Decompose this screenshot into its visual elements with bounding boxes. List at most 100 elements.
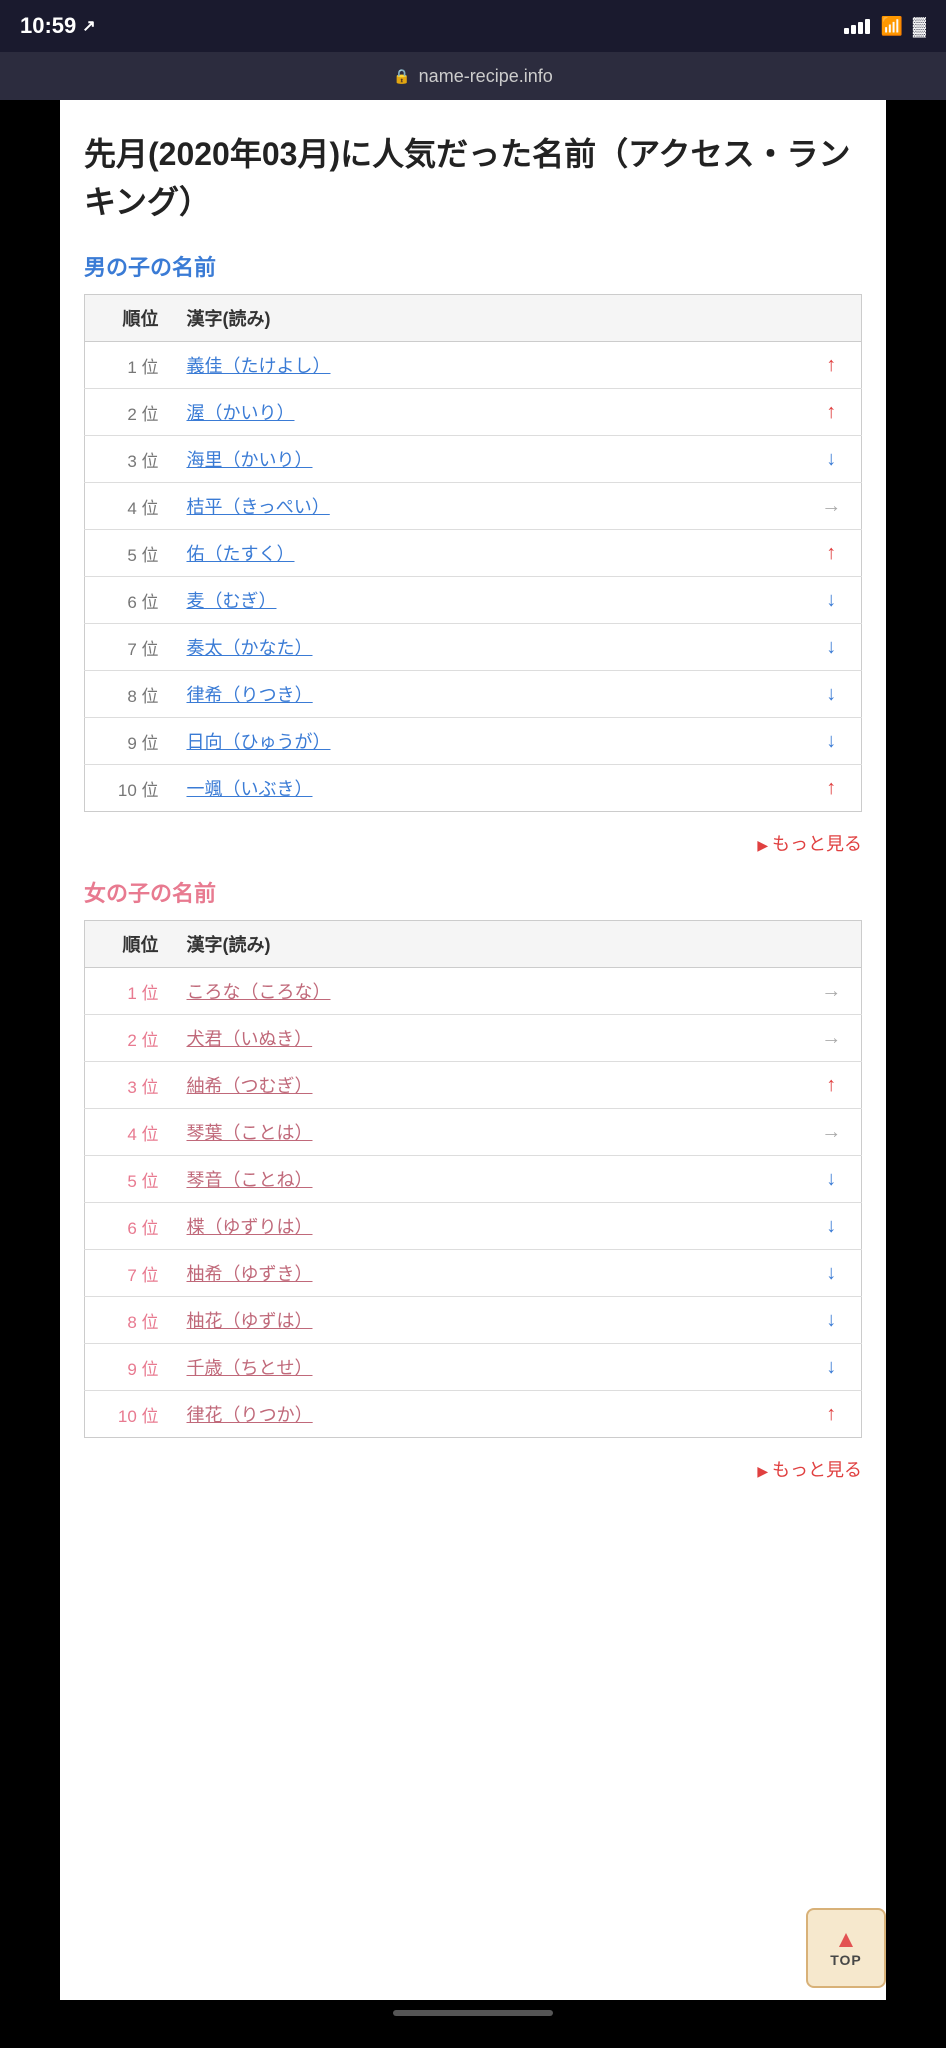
rank-cell: 8 位 (85, 1297, 175, 1344)
table-row: 3 位海里（かいり）↓ (85, 436, 862, 483)
boys-more-link[interactable]: もっと見る (757, 834, 862, 854)
name-link[interactable]: 琴音（ことね） (187, 1170, 313, 1190)
name-link[interactable]: 日向（ひゅうが） (187, 732, 331, 752)
girls-more-link-container[interactable]: もっと見る (84, 1448, 862, 1502)
name-cell[interactable]: 柚希（ゆずき） (175, 1250, 802, 1297)
status-bar: 10:59 ↗ 📶 ▓ (0, 0, 946, 52)
wifi-icon: 📶 (880, 16, 902, 37)
name-link[interactable]: 琴葉（ことは） (187, 1123, 313, 1143)
down-arrow-icon: ↓ (826, 1215, 836, 1237)
name-link[interactable]: 楪（ゆずりは） (187, 1217, 313, 1237)
boys-col-rank: 順位 (85, 295, 175, 342)
rank-cell: 8 位 (85, 671, 175, 718)
name-cell[interactable]: 律花（りつか） (175, 1391, 802, 1438)
down-arrow-icon: ↓ (826, 589, 836, 611)
trend-cell: ↓ (802, 1250, 862, 1297)
rank-cell: 2 位 (85, 389, 175, 436)
trend-cell: ↑ (802, 765, 862, 812)
name-link[interactable]: 柚希（ゆずき） (187, 1264, 313, 1284)
name-link[interactable]: 義佳（たけよし） (187, 356, 331, 376)
url-display: name-recipe.info (419, 66, 553, 87)
table-row: 6 位楪（ゆずりは）↓ (85, 1203, 862, 1250)
rank-cell: 1 位 (85, 968, 175, 1015)
table-row: 4 位桔平（きっぺい） → (85, 483, 862, 530)
name-cell[interactable]: 犬君（いぬき） (175, 1015, 802, 1062)
name-cell[interactable]: 桔平（きっぺい） (175, 483, 802, 530)
name-link[interactable]: ころな（ころな） (187, 982, 331, 1002)
name-link[interactable]: 海里（かいり） (187, 450, 313, 470)
table-row: 7 位奏太（かなた）↓ (85, 624, 862, 671)
home-bar (393, 2010, 553, 2016)
down-arrow-icon: ↓ (826, 1309, 836, 1331)
table-row: 9 位日向（ひゅうが）↓ (85, 718, 862, 765)
name-link[interactable]: 紬希（つむぎ） (187, 1076, 313, 1096)
girls-more-link[interactable]: もっと見る (757, 1460, 862, 1480)
name-link[interactable]: 律花（りつか） (187, 1405, 313, 1425)
rank-cell: 7 位 (85, 1250, 175, 1297)
name-cell[interactable]: 奏太（かなた） (175, 624, 802, 671)
down-arrow-icon: ↓ (826, 1356, 836, 1378)
trend-cell: → (802, 483, 862, 530)
name-cell[interactable]: 楪（ゆずりは） (175, 1203, 802, 1250)
boys-section-heading: 男の子の名前 (84, 250, 862, 282)
trend-cell: ↓ (802, 1297, 862, 1344)
name-link[interactable]: 渥（かいり） (187, 403, 295, 423)
table-row: 2 位渥（かいり） ↑ (85, 389, 862, 436)
table-row: 8 位律希（りつき）↓ (85, 671, 862, 718)
trend-cell: → (802, 1015, 862, 1062)
rank-cell: 5 位 (85, 1156, 175, 1203)
trend-cell: ↓ (802, 718, 862, 765)
name-cell[interactable]: 義佳（たけよし） (175, 342, 802, 389)
table-row: 4 位琴葉（ことは）→ (85, 1109, 862, 1156)
boys-col-name: 漢字(読み) (175, 295, 802, 342)
rank-cell: 10 位 (85, 1391, 175, 1438)
status-icons: 📶 ▓ (844, 16, 926, 37)
rank-cell: 4 位 (85, 483, 175, 530)
boys-more-link-container[interactable]: もっと見る (84, 822, 862, 876)
girls-col-trend (802, 921, 862, 968)
table-row: 10 位一颯（いぶき）↑ (85, 765, 862, 812)
name-cell[interactable]: 千歳（ちとせ） (175, 1344, 802, 1391)
name-link[interactable]: 奏太（かなた） (187, 638, 313, 658)
table-row: 3 位紬希（つむぎ）↑ (85, 1062, 862, 1109)
name-cell[interactable]: 律希（りつき） (175, 671, 802, 718)
name-cell[interactable]: ころな（ころな） (175, 968, 802, 1015)
name-cell[interactable]: 琴葉（ことは） (175, 1109, 802, 1156)
content-area: 先月(2020年03月)に人気だった名前（アクセス・ランキング） 男の子の名前 … (60, 100, 886, 2000)
top-button[interactable]: ▲ TOP (806, 1908, 886, 1988)
boys-ranking-table: 順位 漢字(読み) 1 位義佳（たけよし）↑2 位渥（かいり）↑3 位海里（かい… (84, 294, 862, 812)
name-cell[interactable]: 琴音（ことね） (175, 1156, 802, 1203)
trend-cell: ↓ (802, 436, 862, 483)
name-cell[interactable]: 佑（たすく） (175, 530, 802, 577)
name-cell[interactable]: 一颯（いぶき） (175, 765, 802, 812)
girls-col-rank: 順位 (85, 921, 175, 968)
name-cell[interactable]: 麦（むぎ） (175, 577, 802, 624)
girls-ranking-table: 順位 漢字(読み) 1 位ころな（ころな）→2 位犬君（いぬき）→3 位紬希（つ… (84, 920, 862, 1438)
trend-cell: ↑ (802, 1062, 862, 1109)
name-cell[interactable]: 柚花（ゆずは） (175, 1297, 802, 1344)
browser-bar: 🔒 name-recipe.info (0, 52, 946, 100)
name-link[interactable]: 犬君（いぬき） (187, 1029, 313, 1049)
name-cell[interactable]: 日向（ひゅうが） (175, 718, 802, 765)
page-title: 先月(2020年03月)に人気だった名前（アクセス・ランキング） (84, 130, 862, 226)
trend-cell: ↑ (802, 389, 862, 436)
name-link[interactable]: 佑（たすく） (187, 544, 295, 564)
trend-cell: ↓ (802, 1203, 862, 1250)
up-arrow-icon: ↑ (826, 777, 836, 799)
table-row: 7 位柚希（ゆずき） ↓ (85, 1250, 862, 1297)
table-row: 5 位琴音（ことね）↓ (85, 1156, 862, 1203)
name-cell[interactable]: 紬希（つむぎ） (175, 1062, 802, 1109)
name-link[interactable]: 千歳（ちとせ） (187, 1358, 313, 1378)
name-link[interactable]: 柚花（ゆずは） (187, 1311, 313, 1331)
home-indicator (0, 2000, 946, 2026)
down-arrow-icon: ↓ (826, 448, 836, 470)
name-link[interactable]: 律希（りつき） (187, 685, 313, 705)
name-link[interactable]: 一颯（いぶき） (187, 779, 313, 799)
name-cell[interactable]: 渥（かいり） (175, 389, 802, 436)
name-cell[interactable]: 海里（かいり） (175, 436, 802, 483)
trend-cell: ↓ (802, 577, 862, 624)
table-row: 10 位律花（りつか）↑ (85, 1391, 862, 1438)
name-link[interactable]: 麦（むぎ） (187, 591, 277, 611)
name-link[interactable]: 桔平（きっぺい） (187, 497, 330, 517)
trend-cell: ↑ (802, 530, 862, 577)
